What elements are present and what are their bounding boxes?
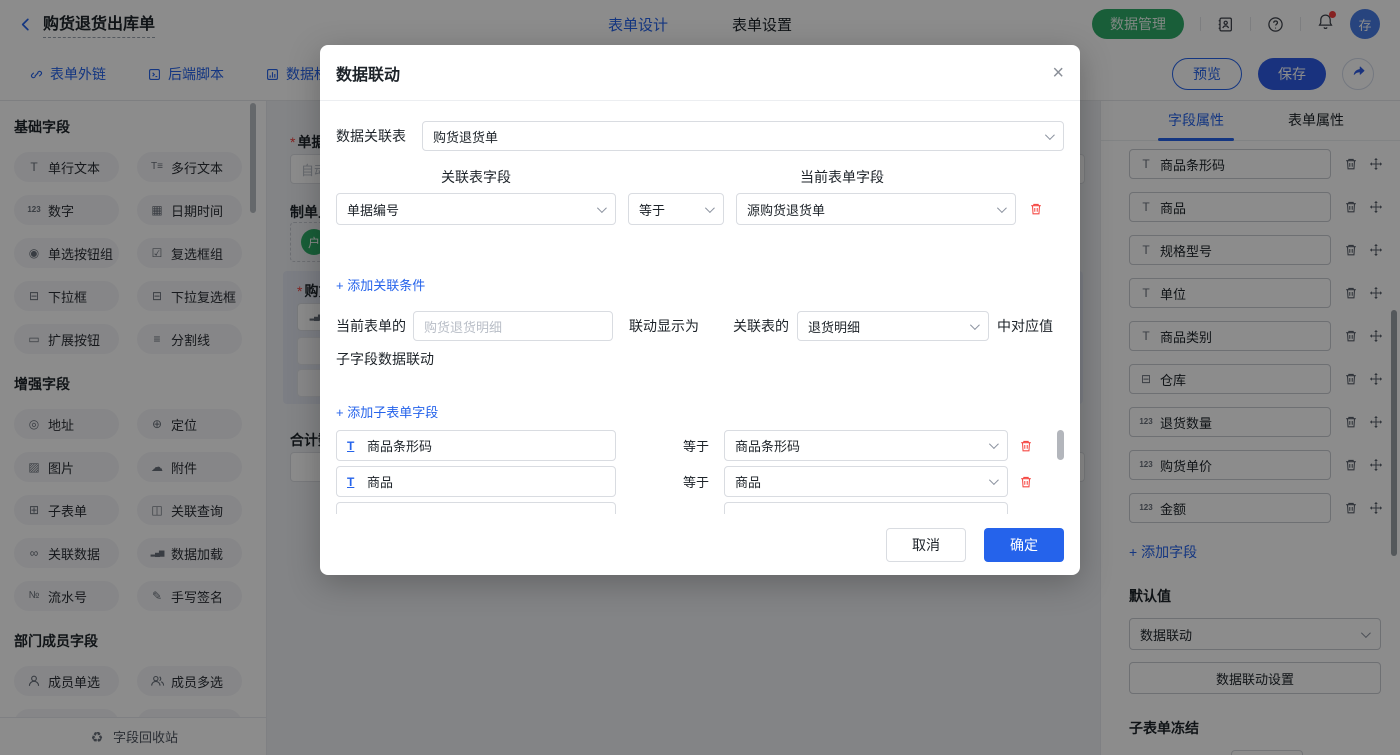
subfield-row: T商品条形码等于商品条形码 [336, 430, 1064, 461]
condition-target-select[interactable]: 源购货退货单 [736, 193, 1016, 225]
condition-operator-select[interactable]: 等于 [628, 193, 724, 225]
operator-label: 等于 [683, 436, 711, 455]
subfield-target-select[interactable]: 商品 [724, 466, 1008, 497]
chevron-down-icon [989, 475, 999, 485]
operator-label: 等于 [683, 472, 711, 491]
current-subform-field-input[interactable]: 购货退货明细 [413, 311, 613, 341]
subfield-source-field[interactable]: T 商品条形码 [336, 430, 616, 461]
add-subfield-link[interactable]: + 添加子表单字段 [336, 402, 438, 421]
cancel-button[interactable]: 取消 [886, 528, 966, 562]
mapping-row: 当前表单的 购货退货明细 联动显示为 关联表的 退货明细 中对应值 [336, 311, 1064, 341]
subfield-target-select[interactable] [724, 502, 1008, 514]
close-icon[interactable]: × [1052, 63, 1064, 83]
chevron-down-icon [970, 320, 980, 330]
delete-condition-icon[interactable] [1028, 202, 1044, 216]
mapping-prefix-label: 当前表单的 [336, 316, 406, 336]
col-header-left: 关联表字段 [336, 167, 616, 187]
subfield-list-scrollbar[interactable] [1057, 430, 1064, 460]
condition-field-select[interactable]: 单据编号 [336, 193, 616, 225]
subfield-row: T商品等于商品 [336, 466, 1064, 497]
chevron-down-icon [597, 203, 607, 213]
subfield-source-field[interactable]: T 商品 [336, 466, 616, 497]
chevron-down-icon [989, 439, 999, 449]
subfield-section-header: 子字段数据联动 [336, 349, 1064, 369]
subfield-source-field[interactable] [336, 502, 616, 514]
data-linkage-modal: 数据联动 × 数据关联表 购货退货单 关联表字段 当前表单字段 单据编号 等于 … [320, 45, 1080, 575]
text-field-icon: T [347, 475, 359, 489]
mapping-rel-label: 关联表的 [733, 316, 789, 336]
condition-column-headers: 关联表字段 当前表单字段 [336, 167, 1064, 187]
chevron-down-icon [705, 203, 715, 213]
delete-subfield-icon[interactable] [1018, 475, 1034, 489]
rel-table-label: 数据关联表 [336, 126, 406, 146]
col-header-right: 当前表单字段 [702, 167, 982, 187]
confirm-button[interactable]: 确定 [984, 528, 1064, 562]
chevron-down-icon [1045, 130, 1055, 140]
mapping-middle-label: 联动显示为 [629, 316, 699, 336]
app-screen: 购货退货出库单 表单设计表单设置 数据管理 存 表单外链后端脚本数据权限 预览 … [0, 0, 1400, 755]
rel-table-select[interactable]: 购货退货单 [422, 121, 1064, 151]
rel-subform-select[interactable]: 退货明细 [797, 311, 989, 341]
modal-title: 数据联动 [336, 61, 400, 85]
subfield-row [336, 502, 1064, 514]
text-field-icon: T [347, 439, 359, 453]
mapping-suffix-label: 中对应值 [997, 316, 1053, 336]
delete-subfield-icon[interactable] [1018, 439, 1034, 453]
subfield-target-select[interactable]: 商品条形码 [724, 430, 1008, 461]
condition-row: 单据编号 等于 源购货退货单 [336, 193, 1064, 225]
add-condition-link[interactable]: + 添加关联条件 [336, 275, 425, 294]
subfield-source-label: 商品 [367, 472, 393, 491]
subfield-source-label: 商品条形码 [367, 436, 432, 455]
subfield-list: T商品条形码等于商品条形码T商品等于商品 [336, 430, 1064, 514]
chevron-down-icon [997, 203, 1007, 213]
